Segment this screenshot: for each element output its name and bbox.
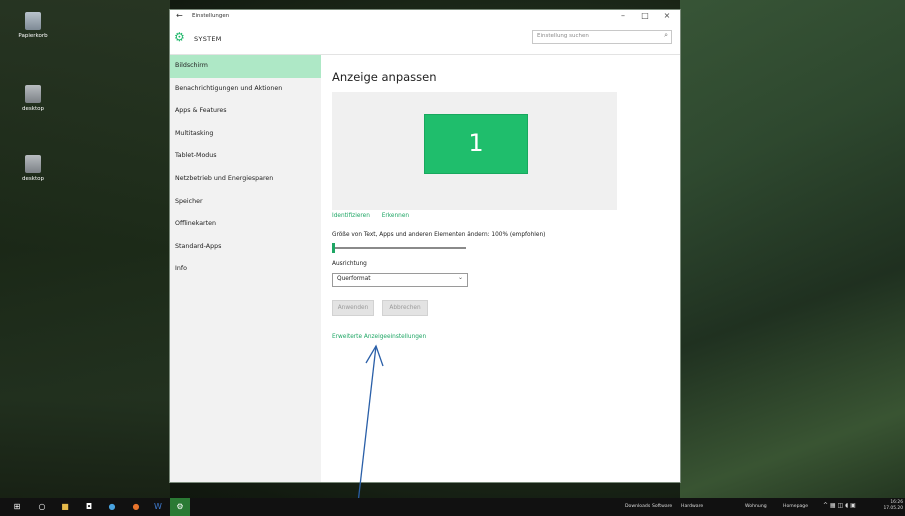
scale-slider[interactable] <box>332 243 466 253</box>
sidebar-item-apps-features[interactable]: Apps & Features <box>170 100 321 123</box>
page-title: Anzeige anpassen <box>332 70 437 84</box>
orientation-value: Querformat <box>337 276 371 282</box>
gear-icon: ⚙ <box>174 30 185 44</box>
desktop-icon-recycle-bin[interactable]: Papierkorb <box>8 12 58 39</box>
recycle-bin-icon <box>25 12 41 30</box>
search-placeholder: Einstellung suchen <box>537 33 589 39</box>
detect-link[interactable]: Erkennen <box>382 213 409 219</box>
settings-window: ← Einstellungen – □ × ⚙ SYSTEM Einstellu… <box>170 10 680 482</box>
sidebar-item-multitasking[interactable]: Multitasking <box>170 123 321 146</box>
desktop-icon-label: desktop <box>22 106 44 112</box>
display-links: Identifizieren Erkennen <box>332 213 419 219</box>
desktop-icon-file[interactable]: desktop <box>8 155 58 182</box>
orientation-select[interactable]: Querformat ⌄ <box>332 273 468 287</box>
search-icon: ⌕ <box>664 31 668 39</box>
desktop-foliage-right <box>680 0 905 498</box>
close-button[interactable]: × <box>660 11 674 20</box>
settings-header: ⚙ SYSTEM Einstellung suchen ⌕ <box>170 24 680 55</box>
sidebar-item-speicher[interactable]: Speicher <box>170 191 321 214</box>
window-titlebar: ← Einstellungen – □ × <box>170 10 680 24</box>
windows-start-icon[interactable]: ⊞ <box>12 501 22 512</box>
advanced-display-settings-link[interactable]: Erweiterte Anzeigeeinstellungen <box>332 334 426 340</box>
display-settings-panel: Anzeige anpassen 1 Identifizieren Erkenn… <box>321 55 680 482</box>
window-title: Einstellungen <box>192 13 230 19</box>
orientation-label: Ausrichtung <box>332 261 367 267</box>
word-icon[interactable]: W <box>153 501 163 512</box>
toolbar-link-software[interactable]: Software <box>652 504 672 509</box>
taskbar-active-settings[interactable]: ⚙ <box>170 498 190 516</box>
taskbar: ⊞ ○ ■ ◘ ● ● W ⚙ Downloads Software Hardw… <box>0 498 905 516</box>
minimize-button[interactable]: – <box>616 11 630 20</box>
monitor-number: 1 <box>468 129 484 157</box>
cortana-search-icon[interactable]: ○ <box>37 501 47 512</box>
sidebar-nav: Bildschirm Benachrichtigungen und Aktion… <box>170 55 321 482</box>
sidebar-item-standard-apps[interactable]: Standard-Apps <box>170 236 321 259</box>
sidebar-item-netzbetrieb[interactable]: Netzbetrieb und Energiesparen <box>170 168 321 191</box>
section-title: SYSTEM <box>194 35 222 43</box>
clock-date: 17.05.20 <box>883 506 903 511</box>
desktop-foliage-left <box>0 0 170 498</box>
file-icon <box>25 155 41 173</box>
maximize-button[interactable]: □ <box>638 11 652 20</box>
sidebar-item-info[interactable]: Info <box>170 258 321 281</box>
monitor-tile[interactable]: 1 <box>424 114 528 174</box>
desktop-icon-label: desktop <box>22 176 44 182</box>
cancel-button[interactable]: Abbrechen <box>382 300 428 316</box>
sidebar-item-tablet-modus[interactable]: Tablet-Modus <box>170 145 321 168</box>
taskbar-clock[interactable]: 16:26 17.05.20 <box>883 500 903 512</box>
desktop-icon-file[interactable]: desktop <box>8 85 58 112</box>
search-input[interactable]: Einstellung suchen ⌕ <box>532 30 672 44</box>
toolbar-link-hardware[interactable]: Hardware <box>681 504 703 509</box>
desktop-icon-label: Papierkorb <box>18 33 48 39</box>
sidebar-item-offlinekarten[interactable]: Offlinekarten <box>170 213 321 236</box>
back-arrow-icon[interactable]: ← <box>176 11 183 20</box>
toolbar-link-homepage[interactable]: Homepage <box>783 504 808 509</box>
browser-icon[interactable]: ● <box>107 501 117 512</box>
sidebar-item-benachrichtigungen[interactable]: Benachrichtigungen und Aktionen <box>170 78 321 101</box>
toolbar-link-wohnung[interactable]: Wohnung <box>745 504 767 509</box>
toolbar-link-downloads[interactable]: Downloads <box>625 504 650 509</box>
gear-icon: ⚙ <box>176 502 184 511</box>
chevron-down-icon: ⌄ <box>457 274 463 281</box>
system-tray-icons[interactable]: ^ ▦ ◫ ◖ ▣ <box>823 502 856 509</box>
store-icon[interactable]: ◘ <box>84 501 94 512</box>
scale-slider-thumb[interactable] <box>332 243 335 253</box>
apply-button[interactable]: Anwenden <box>332 300 374 316</box>
file-explorer-icon[interactable]: ■ <box>60 501 70 512</box>
file-icon <box>25 85 41 103</box>
scale-label: Größe von Text, Apps und anderen Element… <box>332 232 546 238</box>
sidebar-item-bildschirm[interactable]: Bildschirm <box>170 55 321 78</box>
firefox-icon[interactable]: ● <box>131 501 141 512</box>
monitor-preview-area: 1 <box>332 92 617 210</box>
identify-link[interactable]: Identifizieren <box>332 213 370 219</box>
